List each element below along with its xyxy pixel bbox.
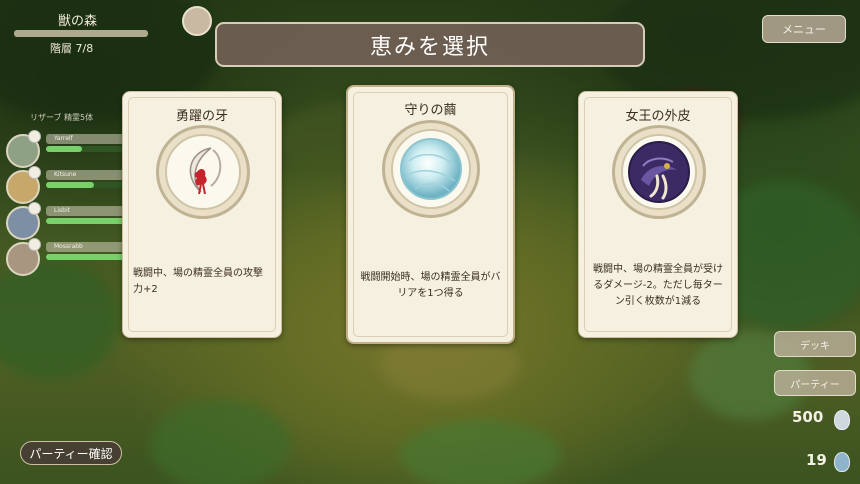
gold-counter: 500 [792, 408, 824, 426]
member-badge-icon [28, 238, 41, 251]
floor-progress-text: 階層 7/8 [50, 42, 94, 55]
cocoon-icon [400, 138, 462, 200]
gem-counter: 19 [806, 451, 827, 469]
member-name: Mossrabb [46, 242, 126, 252]
floor-name: 獣の森 [58, 14, 98, 29]
member-name: Lisbit [46, 206, 126, 216]
card-description: 戦闘開始時、場の精霊全員がバリアを1つ得る [360, 272, 501, 299]
member-hp-bar [46, 182, 126, 188]
page-title: 恵みを選択 [215, 22, 645, 67]
member-name: Yarrelf [46, 134, 126, 144]
crystal-icon [834, 410, 850, 430]
emblem-frame [156, 125, 250, 219]
member-badge-icon [28, 166, 41, 179]
menu-button[interactable]: メニュー [762, 15, 846, 43]
queen-shell-icon [628, 141, 690, 203]
card-title: 守りの繭 [404, 103, 457, 118]
member-name: Kitsune [46, 170, 126, 180]
member-hp-bar [46, 146, 126, 152]
card-title: 女王の外皮 [625, 109, 691, 124]
gem-icon [834, 452, 850, 472]
member-badge-icon [28, 202, 41, 215]
party-member[interactable]: Lisbit [6, 202, 126, 240]
blessing-card-cocoon[interactable]: 守りの繭 戦闘開始時、場の精霊全員がバリアを1つ得る [346, 85, 515, 344]
emblem-frame [612, 125, 706, 219]
party-button[interactable]: パーティー [774, 370, 856, 396]
party-member[interactable]: Kitsune [6, 166, 126, 204]
member-hp-bar [46, 254, 126, 260]
card-description: 戦闘中、場の精霊全員の攻撃力+2 [133, 268, 263, 295]
party-confirm-button[interactable]: パーティー確認 [20, 441, 122, 465]
blessing-card-fang[interactable]: 勇躍の牙 戦闘中、場の精霊全員の攻撃力+2 [122, 91, 282, 338]
party-member[interactable]: Mossrabb [6, 238, 126, 276]
member-hp-bar [46, 218, 126, 224]
party-member[interactable]: Yarrelf [6, 130, 126, 168]
card-title: 勇躍の牙 [175, 109, 228, 124]
blessing-card-queen-shell[interactable]: 女王の外皮 戦闘中、場の精霊全員が受けるダメージ-2。ただし毎ターン引く枚数が1… [578, 91, 738, 338]
deck-button[interactable]: デッキ [774, 331, 856, 357]
floor-progress-bar [14, 30, 148, 37]
party-list-title: リザーブ 精霊5体 [30, 113, 94, 122]
fang-icon [189, 147, 222, 195]
member-badge-icon [28, 130, 41, 143]
emblem-frame [382, 120, 480, 218]
player-avatar[interactable] [182, 6, 212, 36]
card-description: 戦闘中、場の精霊全員が受けるダメージ-2。ただし毎ターン引く枚数が1減る [593, 264, 723, 307]
